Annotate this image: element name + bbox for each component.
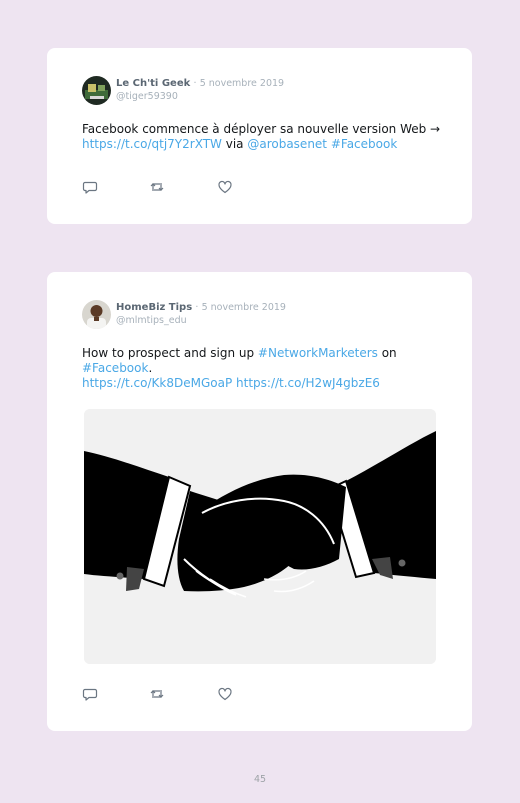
author-name[interactable]: HomeBiz Tips bbox=[116, 302, 192, 313]
tweet-header: Le Ch'ti Geek · 5 novembre 2019 @tiger59… bbox=[82, 76, 442, 106]
tweet-card: HomeBiz Tips · 5 novembre 2019 @mlmtips_… bbox=[47, 272, 472, 731]
author-name[interactable]: Le Ch'ti Geek bbox=[116, 78, 190, 89]
tweet-header: HomeBiz Tips · 5 novembre 2019 @mlmtips_… bbox=[82, 300, 442, 330]
retweet-icon bbox=[150, 690, 164, 698]
tweet-date[interactable]: 5 novembre 2019 bbox=[200, 78, 284, 89]
reply-button[interactable] bbox=[82, 179, 98, 195]
like-button[interactable] bbox=[217, 179, 233, 195]
avatar[interactable] bbox=[82, 300, 111, 329]
mention-link[interactable]: @arobasenet bbox=[247, 137, 327, 151]
tweet-actions bbox=[82, 686, 252, 702]
tweet-actions bbox=[82, 179, 252, 195]
heart-icon bbox=[218, 180, 232, 194]
hashtag-link[interactable]: #Facebook bbox=[331, 137, 397, 151]
separator: · bbox=[193, 78, 197, 89]
tweet-link[interactable]: https://t.co/H2wJ4gbzE6 bbox=[236, 376, 380, 390]
author-line: Le Ch'ti Geek · 5 novembre 2019 bbox=[116, 78, 436, 90]
text-segment: . bbox=[148, 361, 153, 375]
tweet-date[interactable]: 5 novembre 2019 bbox=[202, 302, 286, 313]
text-segment: on bbox=[377, 346, 397, 360]
hashtag-link[interactable]: #Facebook bbox=[82, 361, 148, 375]
avatar[interactable] bbox=[82, 76, 111, 105]
author-handle[interactable]: @mlmtips_edu bbox=[116, 315, 436, 327]
tweet-meta: Le Ch'ti Geek · 5 novembre 2019 @tiger59… bbox=[116, 78, 436, 103]
reply-icon bbox=[82, 688, 98, 701]
author-handle[interactable]: @tiger59390 bbox=[116, 91, 436, 103]
tweet-text: Facebook commence à déployer sa nouvelle… bbox=[82, 122, 442, 152]
hashtag-link[interactable]: #NetworkMarketers bbox=[258, 346, 378, 360]
retweet-button[interactable] bbox=[149, 686, 165, 702]
tweet-text: How to prospect and sign up #NetworkMark… bbox=[82, 346, 442, 391]
text-segment: via bbox=[221, 137, 248, 151]
author-line: HomeBiz Tips · 5 novembre 2019 bbox=[116, 302, 436, 314]
tweet-link[interactable]: https://t.co/qtj7Y2rXTW bbox=[82, 137, 222, 151]
reply-button[interactable] bbox=[82, 686, 98, 702]
retweet-button[interactable] bbox=[149, 179, 165, 195]
tweet-meta: HomeBiz Tips · 5 novembre 2019 @mlmtips_… bbox=[116, 302, 436, 327]
reply-icon bbox=[82, 181, 98, 194]
handshake-image bbox=[84, 409, 436, 664]
tweet-link[interactable]: https://t.co/Kk8DeMGoaP bbox=[82, 376, 232, 390]
page-number: 45 bbox=[253, 774, 267, 785]
separator: · bbox=[195, 302, 199, 313]
tweet-card: Le Ch'ti Geek · 5 novembre 2019 @tiger59… bbox=[47, 48, 472, 224]
tweet-media-image[interactable] bbox=[84, 409, 436, 664]
text-segment: Facebook commence à déployer sa nouvelle… bbox=[82, 122, 441, 136]
like-button[interactable] bbox=[217, 686, 233, 702]
text-segment: How to prospect and sign up bbox=[82, 346, 258, 360]
retweet-icon bbox=[150, 183, 164, 191]
heart-icon bbox=[218, 687, 232, 701]
